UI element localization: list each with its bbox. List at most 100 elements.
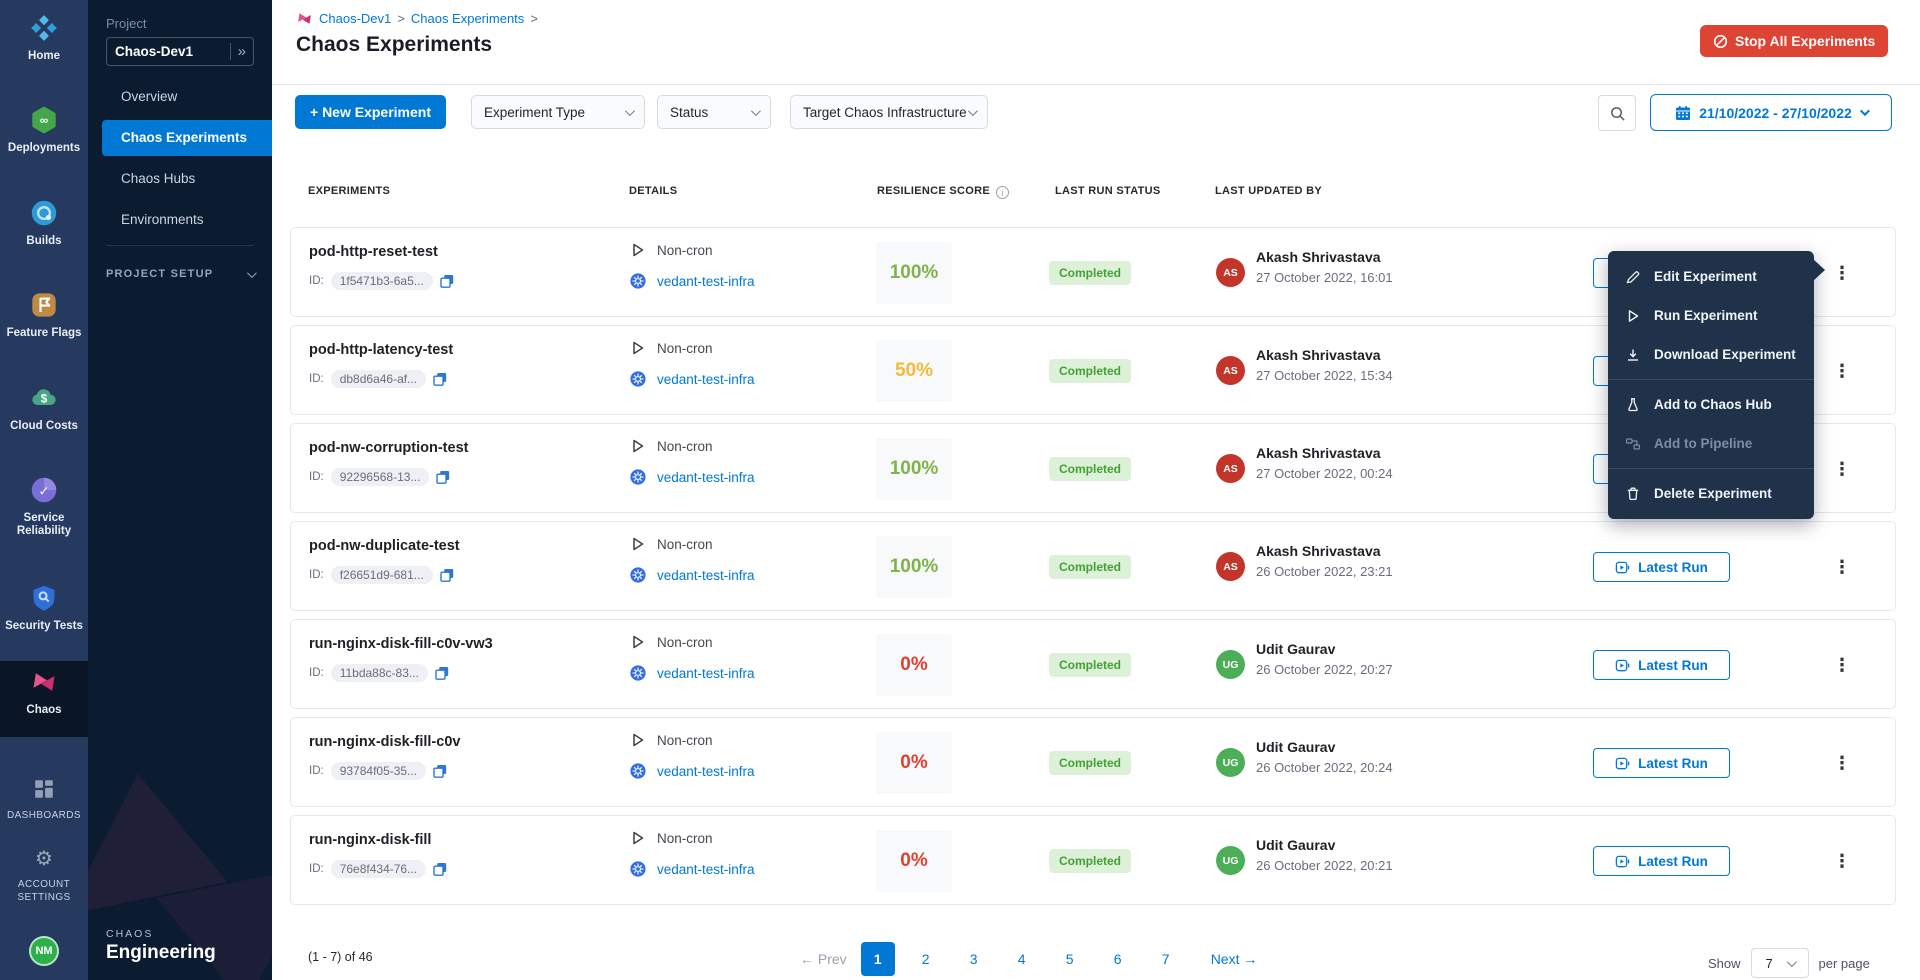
infrastructure-link[interactable]: vedant-test-infra <box>657 862 755 877</box>
prev-page-button[interactable]: ← Prev <box>800 951 847 967</box>
updated-at: 27 October 2022, 15:34 <box>1256 368 1393 383</box>
filter-label: Status <box>670 105 708 120</box>
updated-by-name: Udit Gaurav <box>1256 739 1335 755</box>
sidebar-item-service-reliability[interactable]: ✓ Service Reliability <box>0 476 88 538</box>
run-history-icon <box>1615 756 1630 771</box>
infrastructure-link[interactable]: vedant-test-infra <box>657 470 755 485</box>
info-icon[interactable]: i <box>996 186 1009 199</box>
page-button-6[interactable]: 6 <box>1101 942 1135 976</box>
page-button-7[interactable]: 7 <box>1149 942 1183 976</box>
experiment-name[interactable]: pod-http-latency-test <box>309 342 453 358</box>
id-label: ID: <box>309 373 324 385</box>
page-size-select[interactable]: 7 <box>1751 948 1809 978</box>
avatar: UG <box>1216 650 1245 679</box>
infrastructure-link[interactable]: vedant-test-infra <box>657 764 755 779</box>
latest-run-button[interactable]: Latest Run <box>1593 552 1730 582</box>
project-selector[interactable]: Chaos-Dev1 » <box>106 37 254 66</box>
infrastructure-link[interactable]: vedant-test-infra <box>657 568 755 583</box>
score-value: 50% <box>895 360 933 382</box>
row-menu-button[interactable]: ⋮ <box>1825 255 1859 291</box>
copy-icon[interactable] <box>440 274 454 288</box>
id-value: f26651d9-681... <box>331 566 433 584</box>
experiment-name[interactable]: pod-nw-duplicate-test <box>309 538 460 554</box>
sidebar-item-chaos[interactable]: Chaos <box>0 668 88 717</box>
copy-icon[interactable] <box>433 764 447 778</box>
page-button-2[interactable]: 2 <box>909 942 943 976</box>
menu-item-add-to-chaos-hub[interactable]: Add to Chaos Hub <box>1608 385 1814 424</box>
experiment-name[interactable]: run-nginx-disk-fill-c0v <box>309 734 460 750</box>
row-menu-button[interactable]: ⋮ <box>1825 549 1859 585</box>
project-setup-toggle[interactable]: PROJECT SETUP <box>106 268 254 280</box>
schedule-label: Non-cron <box>657 537 713 552</box>
search-button[interactable] <box>1598 95 1636 131</box>
sidebar-item-cloud-costs[interactable]: $ Cloud Costs <box>0 384 88 433</box>
chevron-down-icon <box>751 106 761 116</box>
sidebar-item-deployments[interactable]: ∞ Deployments <box>0 106 88 155</box>
schedule-label: Non-cron <box>657 635 713 650</box>
copy-icon[interactable] <box>440 568 454 582</box>
sidebar-item-home[interactable]: Home <box>0 14 88 63</box>
target-infrastructure-filter[interactable]: Target Chaos Infrastructure <box>790 95 988 129</box>
experiment-name[interactable]: pod-http-reset-test <box>309 244 438 260</box>
sidebar-item-dashboards[interactable]: DASHBOARDS <box>0 778 88 822</box>
expand-projects-icon[interactable]: » <box>230 43 253 60</box>
row-menu-button[interactable]: ⋮ <box>1825 843 1859 879</box>
sidebar-item-overview[interactable]: Overview <box>88 79 272 115</box>
new-experiment-button[interactable]: + New Experiment <box>295 95 446 129</box>
sidebar-item-label: Builds <box>0 235 88 248</box>
chevron-down-icon <box>625 106 635 116</box>
user-avatar[interactable]: NM <box>29 936 59 966</box>
menu-item-label: Download Experiment <box>1654 347 1796 362</box>
infrastructure-link[interactable]: vedant-test-infra <box>657 372 755 387</box>
menu-item-run-experiment[interactable]: Run Experiment <box>1608 296 1814 335</box>
next-page-button[interactable]: Next → <box>1211 951 1258 967</box>
date-range-picker[interactable]: 21/10/2022 - 27/10/2022 <box>1650 94 1892 131</box>
kubernetes-icon <box>630 273 646 289</box>
schedule-label: Non-cron <box>657 341 713 356</box>
breadcrumb-link-project[interactable]: Chaos-Dev1 <box>319 11 391 26</box>
chevron-down-icon <box>1860 106 1870 116</box>
updated-by-name: Akash Shrivastava <box>1256 249 1381 265</box>
sidebar-item-account-settings[interactable]: ⚙ ACCOUNT SETTINGS <box>0 848 88 904</box>
menu-item-download-experiment[interactable]: Download Experiment <box>1608 335 1814 374</box>
row-menu-button[interactable]: ⋮ <box>1825 451 1859 487</box>
infrastructure: vedant-test-infra <box>630 371 755 387</box>
sidebar-item-builds[interactable]: Builds <box>0 199 88 248</box>
sidebar-item-environments[interactable]: Environments <box>88 202 272 238</box>
avatar: UG <box>1216 846 1245 875</box>
row-menu-button[interactable]: ⋮ <box>1825 647 1859 683</box>
schedule-label: Non-cron <box>657 439 713 454</box>
copy-icon[interactable] <box>436 470 450 484</box>
pipeline-icon <box>1624 436 1641 452</box>
show-label: Show <box>1708 956 1741 971</box>
latest-run-button[interactable]: Latest Run <box>1593 846 1730 876</box>
run-history-icon <box>1615 658 1630 673</box>
status-filter[interactable]: Status <box>657 95 771 129</box>
sidebar-item-feature-flags[interactable]: Feature Flags <box>0 291 88 340</box>
copy-icon[interactable] <box>433 862 447 876</box>
experiment-type-filter[interactable]: Experiment Type <box>471 95 645 129</box>
breadcrumb-link-experiments[interactable]: Chaos Experiments <box>411 11 524 26</box>
infrastructure-link[interactable]: vedant-test-infra <box>657 274 755 289</box>
sidebar-item-chaos-hubs[interactable]: Chaos Hubs <box>88 161 272 197</box>
copy-icon[interactable] <box>433 372 447 386</box>
copy-icon[interactable] <box>435 666 449 680</box>
sidebar-item-security-tests[interactable]: Security Tests <box>0 584 88 633</box>
experiment-name[interactable]: run-nginx-disk-fill-c0v-vw3 <box>309 636 493 652</box>
experiment-name[interactable]: pod-nw-corruption-test <box>309 440 468 456</box>
menu-item-edit-experiment[interactable]: Edit Experiment <box>1608 257 1814 296</box>
page-button-3[interactable]: 3 <box>957 942 991 976</box>
page-button-4[interactable]: 4 <box>1005 942 1039 976</box>
row-menu-button[interactable]: ⋮ <box>1825 353 1859 389</box>
stop-all-experiments-button[interactable]: Stop All Experiments <box>1700 25 1888 57</box>
menu-item-delete-experiment[interactable]: Delete Experiment <box>1608 474 1814 513</box>
sidebar-item-chaos-experiments[interactable]: Chaos Experiments <box>102 120 272 156</box>
play-icon <box>630 242 646 258</box>
latest-run-button[interactable]: Latest Run <box>1593 650 1730 680</box>
row-menu-button[interactable]: ⋮ <box>1825 745 1859 781</box>
experiment-name[interactable]: run-nginx-disk-fill <box>309 832 431 848</box>
infrastructure-link[interactable]: vedant-test-infra <box>657 666 755 681</box>
page-button-1[interactable]: 1 <box>861 942 895 976</box>
latest-run-button[interactable]: Latest Run <box>1593 748 1730 778</box>
page-button-5[interactable]: 5 <box>1053 942 1087 976</box>
